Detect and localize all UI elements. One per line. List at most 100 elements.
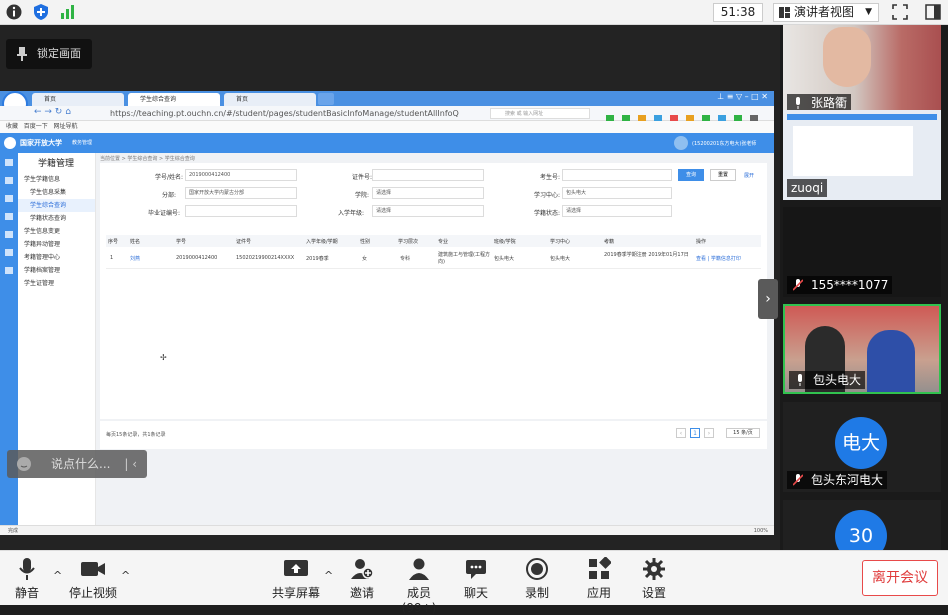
search-button[interactable]: 查询	[678, 169, 704, 181]
column-header: 考籍	[604, 239, 615, 245]
members-button[interactable]: 成员(99+)	[392, 557, 446, 615]
menu-item[interactable]: 学籍档案管理	[18, 264, 95, 277]
column-header: 学号	[176, 239, 187, 245]
url-field[interactable]: https://teaching.pt.ouchn.cn/#/student/p…	[110, 108, 470, 119]
nav-buttons[interactable]: ← → ↻ ⌂	[34, 107, 71, 117]
chevron-down-icon: ▼	[865, 7, 872, 17]
menu-item[interactable]: 学籍异动管理	[18, 238, 95, 251]
form-label: 毕业证编号:	[148, 210, 181, 217]
signal-strength-icon[interactable]	[59, 3, 77, 21]
id-number-input[interactable]	[372, 169, 484, 181]
reset-button[interactable]: 重置	[710, 169, 736, 181]
diploma-number-input[interactable]	[185, 205, 297, 217]
participant-avatar: 电大	[835, 417, 887, 469]
bookmark-item[interactable]: 网址导航	[54, 123, 78, 130]
add-user-icon	[351, 559, 374, 579]
record-button[interactable]: 录制	[524, 557, 550, 601]
column-header: 学习层次	[398, 239, 419, 245]
panel-toggle-icon[interactable]	[924, 3, 942, 21]
chevron-up-icon[interactable]: ^	[324, 569, 333, 582]
column-header: 入学年级/学期	[306, 239, 338, 245]
leave-meeting-button[interactable]: 离开会议	[862, 560, 938, 596]
browser-tab-3[interactable]: 首页	[224, 93, 316, 106]
next-page-button[interactable]: ›	[704, 428, 714, 438]
gear-icon	[643, 558, 665, 580]
column-header: 性别	[360, 239, 371, 245]
person-silhouette	[867, 330, 915, 392]
expand-toggle[interactable]: 展开	[744, 172, 754, 179]
new-tab-button[interactable]	[318, 93, 334, 105]
menu-item[interactable]: 学生学籍信息	[18, 173, 95, 186]
participant-name: 155****1077	[787, 276, 893, 294]
address-bar: ← → ↻ ⌂ https://teaching.pt.ouchn.cn/#/s…	[0, 106, 774, 123]
university-logo-icon	[4, 137, 16, 149]
bookmark-item[interactable]: 百度一下	[24, 123, 48, 130]
collapse-panel-button[interactable]: ›	[758, 279, 778, 319]
menu-item[interactable]: 学生信息采集	[18, 186, 95, 199]
center-select[interactable]: 包头电大	[562, 187, 672, 199]
user-name[interactable]: (15200201东方电大)张老师	[692, 140, 756, 147]
share-screen-button[interactable]: 共享屏幕	[272, 557, 320, 601]
extension-icons[interactable]	[606, 109, 766, 123]
menu-item-active[interactable]: 学生综合查询	[18, 199, 95, 212]
page-size-select[interactable]: 15 条/页	[726, 428, 760, 438]
apps-button[interactable]: 应用	[586, 557, 612, 601]
speaker-view-dropdown[interactable]: 演讲者视图 ▼	[773, 3, 879, 22]
stop-video-button[interactable]: 停止视频	[69, 557, 117, 601]
status-select[interactable]: 请选择	[562, 205, 672, 217]
menu-item[interactable]: 学籍状态查询	[18, 212, 95, 225]
menu-item[interactable]: 学生信息变更	[18, 225, 95, 238]
column-header: 学习中心	[550, 239, 571, 245]
browser-tab-2[interactable]: 学生综合查询	[128, 93, 220, 106]
rail-icons[interactable]	[0, 153, 18, 293]
chat-placeholder: 说点什么...	[51, 457, 111, 471]
participant-avatar: 30	[835, 510, 887, 550]
chevron-right-icon: ›	[765, 291, 771, 307]
mute-button[interactable]: 静音	[12, 557, 42, 601]
meeting-toolbar: 静音 ^ 停止视频 ^ 共享屏幕 ^ 邀请 成员(99+) 聊天 录制 应用 设…	[0, 550, 948, 615]
mic-muted-icon	[793, 474, 803, 486]
menu-item[interactable]: 学生证管理	[18, 277, 95, 290]
info-icon[interactable]	[5, 3, 23, 21]
chat-button[interactable]: 聊天	[463, 557, 489, 601]
zoom-level[interactable]: 100%	[754, 526, 768, 535]
thumbnail-header	[787, 114, 937, 120]
browser-tab-1[interactable]: 首页	[32, 93, 124, 106]
chat-bubble-icon	[466, 560, 486, 579]
chat-collapse-icon[interactable]: | ‹	[124, 450, 137, 478]
college-select[interactable]: 请选择	[372, 187, 484, 199]
chevron-up-icon[interactable]: ^	[121, 569, 130, 582]
settings-button[interactable]: 设置	[641, 557, 667, 601]
browser-status-bar: 完成 100%	[0, 525, 774, 535]
chevron-up-icon[interactable]: ^	[53, 569, 62, 582]
form-label: 学号/姓名:	[155, 174, 184, 181]
participant-tile[interactable]: 电大 包头东河电大	[783, 402, 941, 492]
enroll-year-select[interactable]: 请选择	[372, 205, 484, 217]
browser-search-field[interactable]: 搜索 或 输入网址	[490, 108, 590, 119]
user-avatar[interactable]	[674, 136, 688, 150]
participant-tile[interactable]: 30	[783, 500, 941, 550]
security-shield-icon[interactable]	[32, 3, 50, 21]
student-id-input[interactable]: 2019000412400	[185, 169, 297, 181]
table-row[interactable]: 1 刘燕 2019000412400 15020219900214XXXX 20…	[106, 247, 761, 269]
participant-tile[interactable]: 155****1077	[783, 207, 941, 297]
menu-item[interactable]: 考籍管理中心	[18, 251, 95, 264]
form-label: 证件号:	[352, 174, 373, 181]
emoji-icon[interactable]	[16, 456, 32, 472]
window-controls[interactable]: ⊥ ≡ ▽ – □ ✕	[717, 92, 768, 101]
column-header: 姓名	[130, 239, 141, 245]
exam-number-input[interactable]	[562, 169, 672, 181]
participant-tile[interactable]: zuoqi	[783, 110, 941, 200]
participant-tile[interactable]: 张路衢	[783, 25, 941, 115]
invite-button[interactable]: 邀请	[348, 557, 376, 601]
form-label: 学院:	[355, 192, 370, 199]
site-name: 国家开放大学	[20, 139, 62, 147]
lock-screen-button[interactable]: 锁定画面	[6, 39, 92, 69]
bookmark-item[interactable]: 收藏	[6, 123, 18, 130]
prev-page-button[interactable]: ‹	[676, 428, 686, 438]
current-page[interactable]: 1	[690, 428, 700, 438]
chat-input-bar[interactable]: 说点什么... | ‹	[7, 450, 147, 478]
fullscreen-icon[interactable]	[891, 3, 909, 21]
participant-tile-active[interactable]: 包头电大	[783, 304, 941, 394]
branch-select[interactable]: 国家开放大学内蒙古分部	[185, 187, 297, 199]
